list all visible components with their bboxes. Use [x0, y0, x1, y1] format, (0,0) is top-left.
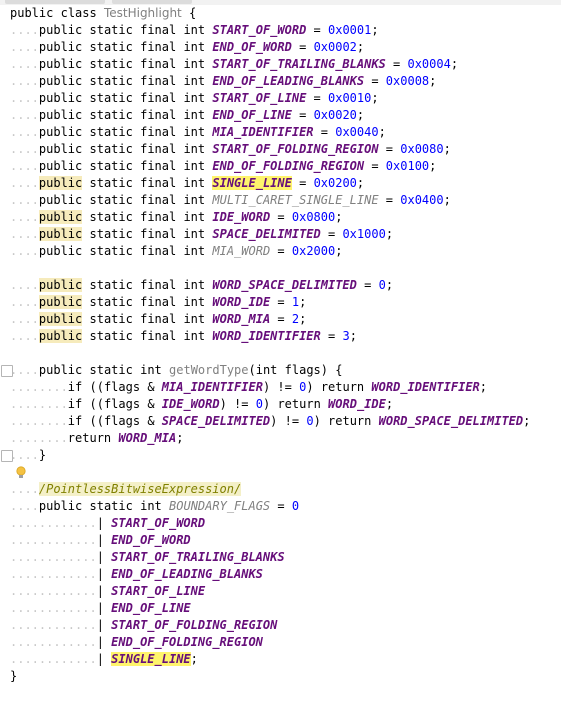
code-text: ............| END_OF_WORD: [10, 533, 191, 547]
code-text: ....public static final int END_OF_FOLDI…: [10, 159, 437, 173]
code-line[interactable]: ............| SINGLE_LINE;: [0, 651, 561, 668]
code-line[interactable]: ....public static final int WORD_SPACE_D…: [0, 277, 561, 294]
code-line[interactable]: ....public static final int START_OF_TRA…: [0, 56, 561, 73]
code-line[interactable]: ....public static final int WORD_MIA = 2…: [0, 311, 561, 328]
code-line[interactable]: ....public static int getWordType(int fl…: [0, 362, 561, 379]
code-text: ....public static final int START_OF_LIN…: [10, 91, 379, 105]
code-line[interactable]: ....public static final int END_OF_LEADI…: [0, 73, 561, 90]
code-text: public class TestHighlight {: [10, 6, 197, 20]
code-text: ....public static int BOUNDARY_FLAGS = 0: [10, 499, 300, 513]
code-line[interactable]: ........if ((flags & SPACE_DELIMITED) !=…: [0, 413, 561, 430]
code-line[interactable]: ....public static final int START_OF_LIN…: [0, 90, 561, 107]
editor-tab[interactable]: [5, 0, 105, 4]
code-text: ....public static final int END_OF_LEADI…: [10, 74, 437, 88]
code-line[interactable]: ....public static final int START_OF_FOL…: [0, 141, 561, 158]
code-line[interactable]: ............| START_OF_WORD: [0, 515, 561, 532]
intention-bulb-icon[interactable]: [16, 466, 26, 478]
code-text: ....public static final int SPACE_DELIMI…: [10, 227, 394, 241]
gutter: [0, 260, 14, 277]
code-line[interactable]: ............| END_OF_WORD: [0, 532, 561, 549]
code-line[interactable]: ....public static final int START_OF_WOR…: [0, 22, 561, 39]
code-text: ..../PointlessBitwiseExpression/: [10, 482, 242, 496]
inspection-suppression-comment: /PointlessBitwiseExpression/: [38, 482, 242, 496]
code-text: ....public static final int END_OF_WORD …: [10, 40, 365, 54]
code-text: ............| END_OF_LEADING_BLANKS: [10, 567, 263, 581]
code-line[interactable]: [0, 345, 561, 362]
code-line[interactable]: ....public static final int MIA_WORD = 0…: [0, 243, 561, 260]
selected-identifier[interactable]: SINGLE_LINE: [212, 176, 292, 190]
code-line[interactable]: ............| END_OF_FOLDING_REGION: [0, 634, 561, 651]
code-line[interactable]: ....public static int BOUNDARY_FLAGS = 0: [0, 498, 561, 515]
code-line[interactable]: ....public static final int SINGLE_LINE …: [0, 175, 561, 192]
code-line[interactable]: ....public static final int SPACE_DELIMI…: [0, 226, 561, 243]
code-editor[interactable]: public class TestHighlight { ....public s…: [0, 5, 561, 685]
code-text: ............| START_OF_FOLDING_REGION: [10, 618, 278, 632]
code-text: ....public static final int MIA_IDENTIFI…: [10, 125, 386, 139]
code-text: ....public static final int IDE_WORD = 0…: [10, 210, 343, 224]
code-line[interactable]: ....public static final int MULTI_CARET_…: [0, 192, 561, 209]
gutter: [0, 345, 14, 362]
code-text: ....public static final int MIA_WORD = 0…: [10, 244, 343, 258]
code-text: ........return WORD_MIA;: [10, 431, 184, 445]
code-line[interactable]: ....public static final int WORD_IDE = 1…: [0, 294, 561, 311]
code-text: ....public static final int WORD_IDE = 1…: [10, 295, 307, 309]
code-line[interactable]: ............| START_OF_FOLDING_REGION: [0, 617, 561, 634]
code-line[interactable]: ............| END_OF_LINE: [0, 600, 561, 617]
code-text: ....public static final int START_OF_WOR…: [10, 23, 379, 37]
code-line[interactable]: ....}: [0, 447, 561, 464]
selected-identifier[interactable]: SINGLE_LINE: [111, 652, 191, 666]
code-text: ............| SINGLE_LINE;: [10, 652, 198, 666]
code-text: ....public static final int END_OF_LINE …: [10, 108, 365, 122]
code-line[interactable]: ....public static final int IDE_WORD = 0…: [0, 209, 561, 226]
code-text: }: [10, 669, 18, 683]
code-line[interactable]: public class TestHighlight {: [0, 5, 561, 22]
code-line[interactable]: ............| START_OF_LINE: [0, 583, 561, 600]
code-line[interactable]: ....public static final int END_OF_FOLDI…: [0, 158, 561, 175]
code-line[interactable]: ........if ((flags & MIA_IDENTIFIER) != …: [0, 379, 561, 396]
code-line[interactable]: ............| END_OF_LEADING_BLANKS: [0, 566, 561, 583]
code-text: ............| START_OF_TRAILING_BLANKS: [10, 550, 285, 564]
code-line[interactable]: ........if ((flags & IDE_WORD) != 0) ret…: [0, 396, 561, 413]
code-text: ........if ((flags & MIA_IDENTIFIER) != …: [10, 380, 488, 394]
code-text: ............| END_OF_FOLDING_REGION: [10, 635, 263, 649]
code-text: ............| START_OF_LINE: [10, 584, 206, 598]
code-text: ....}: [10, 448, 47, 462]
code-text: ....public static final int WORD_SPACE_D…: [10, 278, 394, 292]
code-text: ........if ((flags & IDE_WORD) != 0) ret…: [10, 397, 394, 411]
code-line[interactable]: ............| START_OF_TRAILING_BLANKS: [0, 549, 561, 566]
code-text: ....public static int getWordType(int fl…: [10, 363, 343, 377]
code-text: ....public static final int START_OF_FOL…: [10, 142, 451, 156]
code-line[interactable]: ....public static final int END_OF_WORD …: [0, 39, 561, 56]
code-line[interactable]: ..../PointlessBitwiseExpression/: [0, 481, 561, 498]
code-line[interactable]: ........return WORD_MIA;: [0, 430, 561, 447]
code-text: ....public static final int START_OF_TRA…: [10, 57, 459, 71]
code-line[interactable]: }: [0, 668, 561, 685]
code-line[interactable]: ....public static final int MIA_IDENTIFI…: [0, 124, 561, 141]
code-line[interactable]: [0, 464, 561, 481]
code-text: ....public static final int WORD_IDENTIF…: [10, 329, 357, 343]
code-line[interactable]: ....public static final int END_OF_LINE …: [0, 107, 561, 124]
code-text: ....public static final int MULTI_CARET_…: [10, 193, 451, 207]
editor-tab[interactable]: [112, 0, 192, 4]
code-line[interactable]: ....public static final int WORD_IDENTIF…: [0, 328, 561, 345]
code-text: ............| END_OF_LINE: [10, 601, 191, 615]
gutter: [0, 464, 14, 481]
code-text: ....public static final int SINGLE_LINE …: [10, 176, 365, 190]
code-text: ....public static final int WORD_MIA = 2…: [10, 312, 307, 326]
code-text: ............| START_OF_WORD: [10, 516, 206, 530]
code-line[interactable]: [0, 260, 561, 277]
code-text: ........if ((flags & SPACE_DELIMITED) !=…: [10, 414, 531, 428]
